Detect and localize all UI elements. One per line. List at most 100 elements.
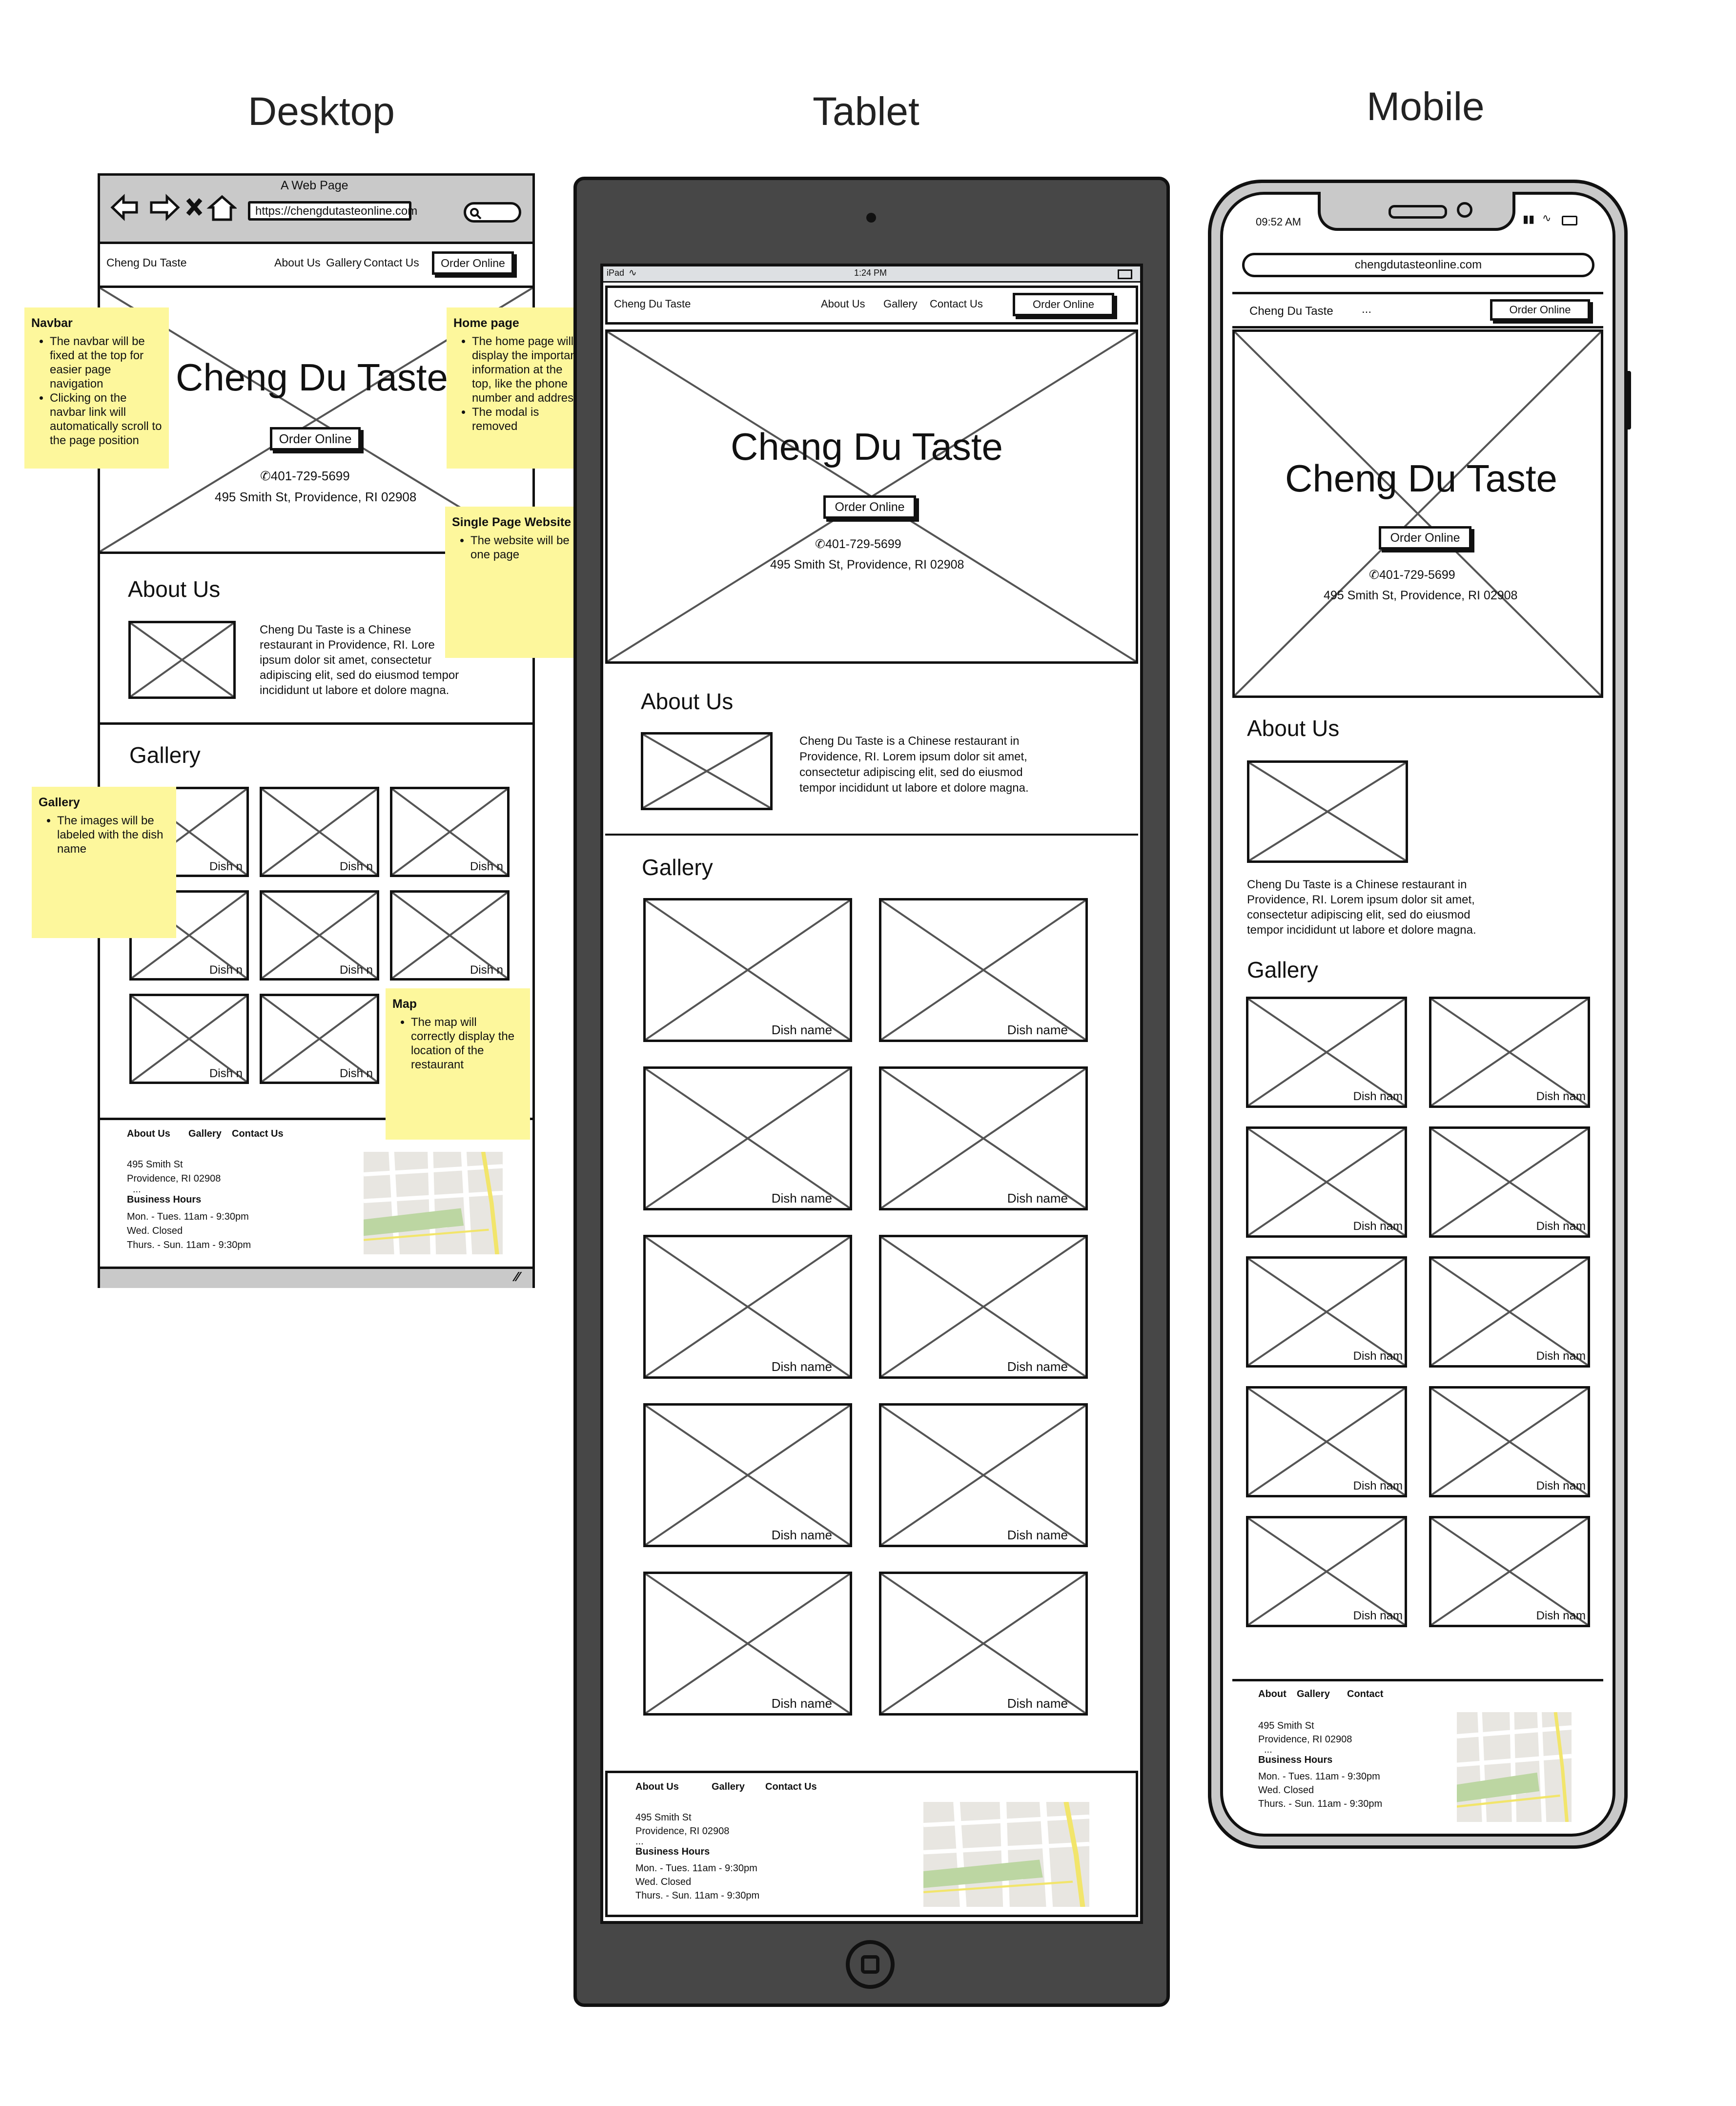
gallery-image[interactable]: Dish nam xyxy=(1429,997,1590,1108)
gallery-image[interactable]: Dish nam xyxy=(1429,1126,1590,1238)
mobile-footer-map[interactable] xyxy=(1456,1712,1572,1822)
tablet-status-time: 1:24 PM xyxy=(854,268,887,278)
tablet-footer-about[interactable]: About Us xyxy=(635,1781,679,1793)
desktop-about-title: About Us xyxy=(128,576,221,602)
tablet-footer-gallery[interactable]: Gallery xyxy=(712,1781,745,1793)
gallery-image[interactable]: Dish name xyxy=(879,898,1088,1042)
footer-street: 495 Smith St xyxy=(127,1159,183,1170)
speaker-icon xyxy=(1389,205,1447,219)
gallery-image[interactable]: Dish nam xyxy=(1246,1126,1407,1238)
gallery-image[interactable]: Dish name xyxy=(643,1572,852,1716)
desktop-heading: Desktop xyxy=(248,89,395,134)
gallery-image[interactable]: Dish name xyxy=(879,1066,1088,1210)
dish-name-label: Dish nam xyxy=(1353,1349,1403,1363)
tablet-footer-contact[interactable]: Contact Us xyxy=(765,1781,817,1793)
gallery-image[interactable]: Dish n xyxy=(260,994,379,1084)
desktop-about-line: ipsum dolor sit amet, consectetur xyxy=(260,654,432,667)
gallery-image[interactable]: Dish nam xyxy=(1429,1386,1590,1497)
mobile-brand[interactable]: Cheng Du Taste xyxy=(1249,305,1333,318)
wifi-icon: ∿ xyxy=(1542,212,1552,224)
mobile-status-time: 09:52 AM xyxy=(1256,216,1301,228)
tablet-nav-about[interactable]: About Us xyxy=(821,298,865,310)
mobile-footer-contact[interactable]: Contact xyxy=(1347,1689,1383,1700)
desktop-about-line: incididunt ut labore et dolore magna. xyxy=(260,684,449,697)
desktop-about-divider xyxy=(100,722,532,725)
gallery-image[interactable]: Dish n xyxy=(260,890,379,981)
dish-name-label: Dish name xyxy=(1007,1696,1068,1711)
mobile-hero-order-button[interactable]: Order Online xyxy=(1379,526,1471,550)
desktop-phone-text: 401-729-5699 xyxy=(270,469,350,483)
gallery-image[interactable]: Dish nam xyxy=(1246,1516,1407,1627)
desktop-footer-about[interactable]: About Us xyxy=(127,1128,170,1140)
desktop-hero-order-button[interactable]: Order Online xyxy=(270,427,361,450)
battery-icon xyxy=(1562,216,1577,225)
footer-city: Providence, RI 02908 xyxy=(1258,1734,1352,1745)
footer-street: 495 Smith St xyxy=(1258,1720,1314,1731)
mobile-footer-about[interactable]: About xyxy=(1258,1689,1287,1700)
tablet-brand[interactable]: Cheng Du Taste xyxy=(614,298,691,310)
mobile-url-bar[interactable]: chengdutasteonline.com xyxy=(1242,253,1594,277)
resize-grip-icon[interactable]: ⁄⁄ xyxy=(515,1269,519,1285)
dish-name-label: Dish nam xyxy=(1353,1090,1403,1103)
dish-name-label: Dish nam xyxy=(1536,1479,1586,1493)
gallery-image[interactable]: Dish nam xyxy=(1246,1256,1407,1368)
gallery-image[interactable]: Dish n xyxy=(260,787,379,877)
tablet-footer-map[interactable] xyxy=(923,1801,1090,1907)
note-title: Navbar xyxy=(31,316,73,330)
note-item: The navbar will be fixed at the top for … xyxy=(50,334,162,391)
footer-ellipsis: ... xyxy=(133,1184,141,1195)
dish-name-label: Dish name xyxy=(771,1528,832,1542)
gallery-image[interactable]: Dish nam xyxy=(1429,1516,1590,1627)
tablet-nav-gallery[interactable]: Gallery xyxy=(883,298,918,310)
mobile-menu[interactable]: ... xyxy=(1362,303,1371,316)
signal-icon: ▮▮ xyxy=(1523,213,1535,225)
mobile-hero-image xyxy=(1232,329,1603,698)
gallery-image[interactable]: Dish name xyxy=(879,1235,1088,1379)
footer-hours-title: Business Hours xyxy=(1258,1755,1333,1765)
note-title: Home page xyxy=(453,316,519,330)
mobile-footer-gallery[interactable]: Gallery xyxy=(1297,1689,1330,1700)
mobile-order-online-button[interactable]: Order Online xyxy=(1490,299,1590,321)
dish-name-label: Dish name xyxy=(1007,1022,1068,1037)
gallery-image[interactable]: Dish name xyxy=(643,1066,852,1210)
phone-icon: ✆ xyxy=(815,537,825,551)
gallery-image[interactable]: Dish name xyxy=(879,1572,1088,1716)
footer-street: 495 Smith St xyxy=(635,1812,692,1823)
mobile-about-line: tempor incididunt ut labore et dolore ma… xyxy=(1247,923,1476,937)
desktop-footer-map[interactable] xyxy=(363,1151,503,1255)
desktop-about-line: restaurant in Providence, RI. Lore xyxy=(260,638,435,652)
dish-name-label: Dish name xyxy=(771,1191,832,1206)
mobile-gallery-grid: Dish nam Dish nam Dish nam Dish nam Dish nam… xyxy=(1246,997,1590,1627)
gallery-image[interactable]: Dish name xyxy=(879,1403,1088,1547)
desktop-nav-gallery[interactable]: Gallery xyxy=(326,256,362,269)
gallery-image[interactable]: Dish n xyxy=(390,787,510,877)
mobile-side-button[interactable] xyxy=(1625,371,1631,429)
tablet-nav-contact[interactable]: Contact Us xyxy=(930,298,983,310)
gallery-image[interactable]: Dish nam xyxy=(1429,1256,1590,1368)
tablet-gallery-title: Gallery xyxy=(642,855,713,880)
tablet-order-online-button[interactable]: Order Online xyxy=(1013,293,1114,316)
tablet-phone-text: 401-729-5699 xyxy=(825,537,901,551)
dish-name-label: Dish n xyxy=(339,860,373,873)
desktop-footer-contact[interactable]: Contact Us xyxy=(232,1128,284,1140)
gallery-image[interactable]: Dish name xyxy=(643,898,852,1042)
tablet-home-button[interactable] xyxy=(846,1940,895,1989)
footer-city: Providence, RI 02908 xyxy=(127,1173,221,1184)
desktop-search-field[interactable] xyxy=(464,202,521,223)
gallery-image[interactable]: Dish name xyxy=(643,1403,852,1547)
gallery-image[interactable]: Dish name xyxy=(643,1235,852,1379)
desktop-footer-gallery[interactable]: Gallery xyxy=(188,1128,222,1140)
gallery-image[interactable]: Dish nam xyxy=(1246,1386,1407,1497)
dish-name-label: Dish nam xyxy=(1353,1479,1403,1493)
gallery-image[interactable]: Dish nam xyxy=(1246,997,1407,1108)
tablet-hero-order-button[interactable]: Order Online xyxy=(823,495,916,519)
desktop-brand[interactable]: Cheng Du Taste xyxy=(106,256,187,269)
note-single-page: Single Page Website The website will be … xyxy=(445,507,590,658)
dish-name-label: Dish name xyxy=(771,1359,832,1374)
desktop-url-bar[interactable]: https://chengdutasteonline.com xyxy=(248,201,417,221)
gallery-image[interactable]: Dish n xyxy=(129,994,249,1084)
gallery-image[interactable]: Dish n xyxy=(390,890,510,981)
desktop-nav-contact[interactable]: Contact Us xyxy=(364,256,419,269)
desktop-nav-about[interactable]: About Us xyxy=(274,256,321,269)
desktop-order-online-button[interactable]: Order Online xyxy=(432,251,514,275)
